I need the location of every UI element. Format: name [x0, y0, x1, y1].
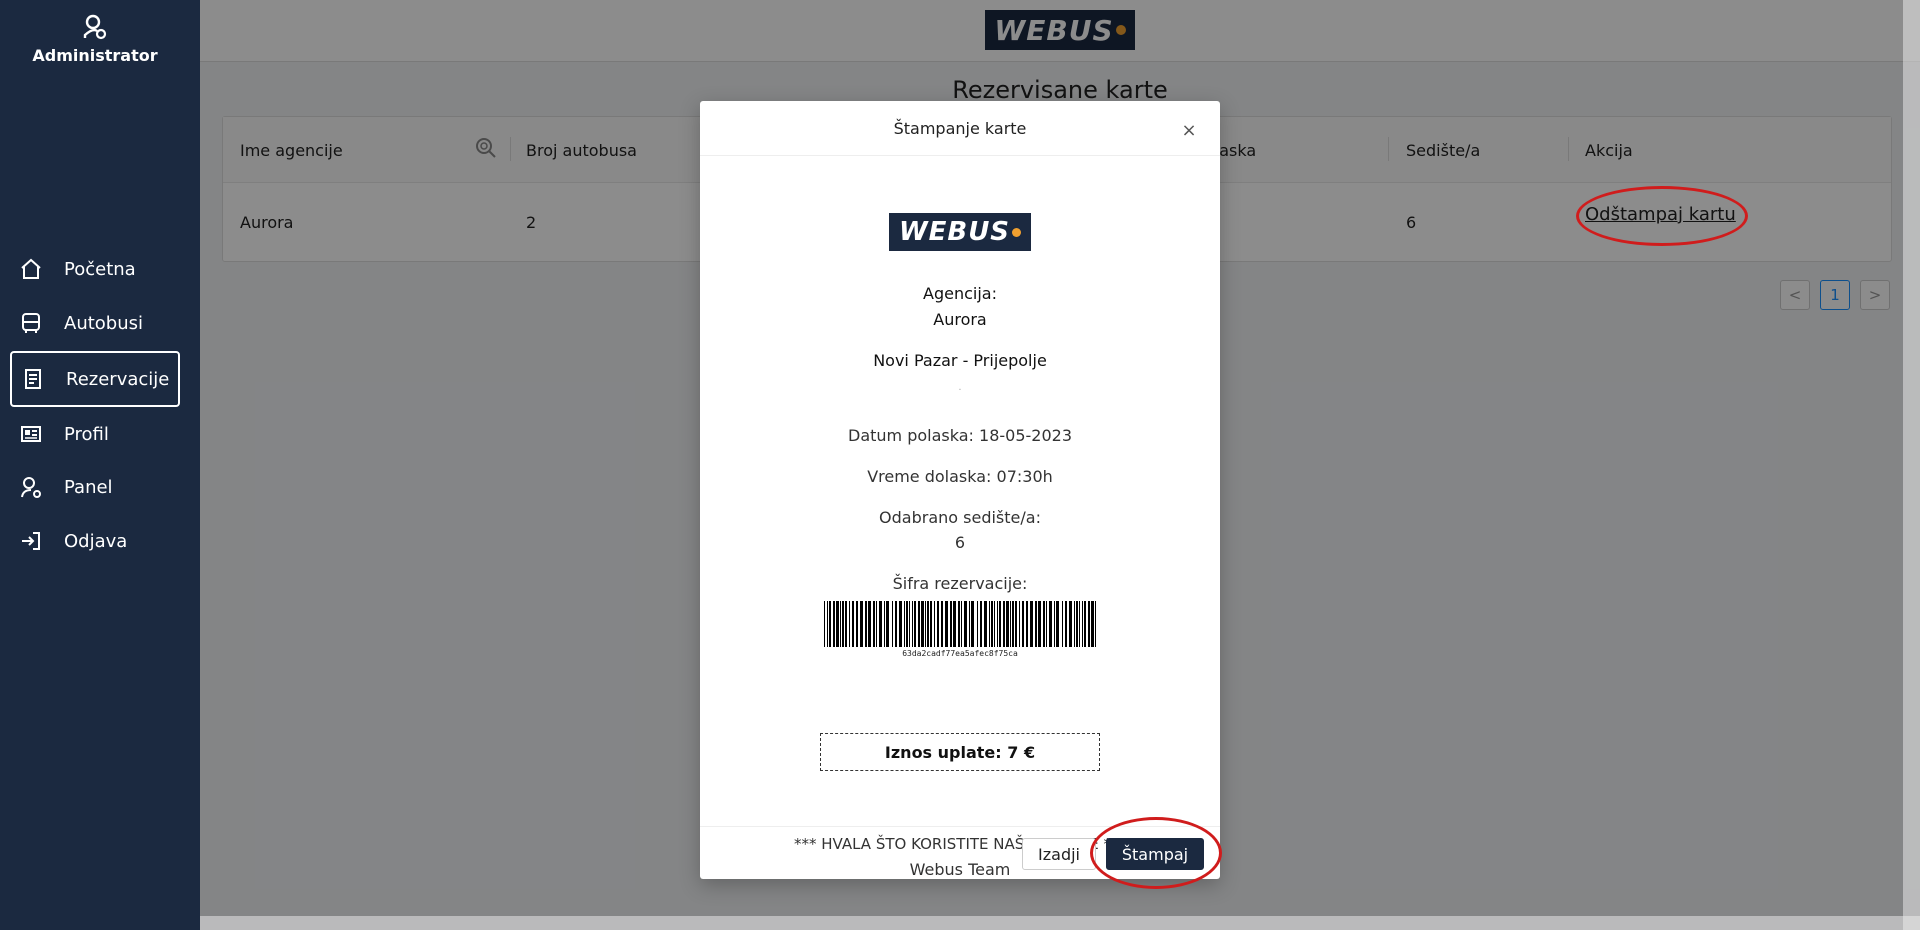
sidebar-item-label: Profil [64, 423, 109, 445]
close-icon[interactable]: × [1178, 119, 1200, 141]
modal-title: Štampanje karte [893, 118, 1027, 138]
agency-name: Aurora [933, 310, 987, 329]
exit-button[interactable]: Izadji [1022, 838, 1096, 870]
sidebar-item-pocetna[interactable]: Početna [10, 245, 180, 293]
home-icon [16, 254, 46, 284]
sidebar-item-autobusi[interactable]: Autobusi [10, 299, 180, 347]
sidebar-item-label: Autobusi [64, 312, 144, 334]
user-block: Administrator [0, 14, 190, 65]
ticket-preview: WEBUS Agencija: Aurora Novi Pazar - Prij… [700, 157, 1220, 879]
sidebar-item-label: Panel [64, 476, 113, 498]
webus-logo: WEBUS [889, 213, 1031, 251]
sidebar-item-rezervacije[interactable]: Rezervacije [10, 351, 180, 407]
print-button[interactable]: Štampaj [1106, 838, 1204, 870]
profile-card-icon [16, 419, 46, 449]
vertical-scrollbar[interactable] [1903, 0, 1920, 930]
reservation-code-value: 63da2cadf77ea5afec8f75ca [902, 649, 1018, 658]
sidebar-item-odjava[interactable]: Odjava [10, 517, 180, 565]
print-ticket-modal: Štampanje karte × WEBUS Agencija: Aurora… [700, 101, 1220, 879]
arrival-time: Vreme dolaska: 07:30h [867, 467, 1053, 486]
sidebar: Administrator Početna Autobusi Rezervaci… [0, 0, 200, 930]
admin-user-icon [16, 472, 46, 502]
seat-label: Odabrano sedište/a: [879, 508, 1041, 527]
route: Novi Pazar - Prijepolje [873, 351, 1047, 370]
modal-footer: Izadji Štampaj [700, 826, 1220, 879]
sidebar-item-label: Početna [64, 258, 136, 280]
logout-icon [16, 526, 46, 556]
sidebar-item-label: Rezervacije [66, 368, 170, 390]
admin-user-icon [83, 14, 107, 40]
barcode-image [824, 601, 1096, 647]
sidebar-item-panel[interactable]: Panel [10, 463, 180, 511]
separator-dot: . [958, 382, 962, 393]
document-icon [18, 364, 48, 394]
sidebar-item-profil[interactable]: Profil [10, 410, 180, 458]
seat-value: 6 [954, 533, 966, 552]
bus-icon [16, 308, 46, 338]
modal-header: Štampanje karte × [700, 101, 1220, 156]
horizontal-scrollbar[interactable] [200, 916, 1920, 930]
user-name: Administrator [32, 46, 158, 65]
departure-date: Datum polaska: 18-05-2023 [848, 426, 1072, 445]
reservation-code-label: Šifra rezervacije: [892, 574, 1028, 593]
agency-label: Agencija: [923, 284, 997, 303]
payment-amount: Iznos uplate: 7 € [820, 733, 1100, 771]
sidebar-item-label: Odjava [64, 530, 128, 552]
